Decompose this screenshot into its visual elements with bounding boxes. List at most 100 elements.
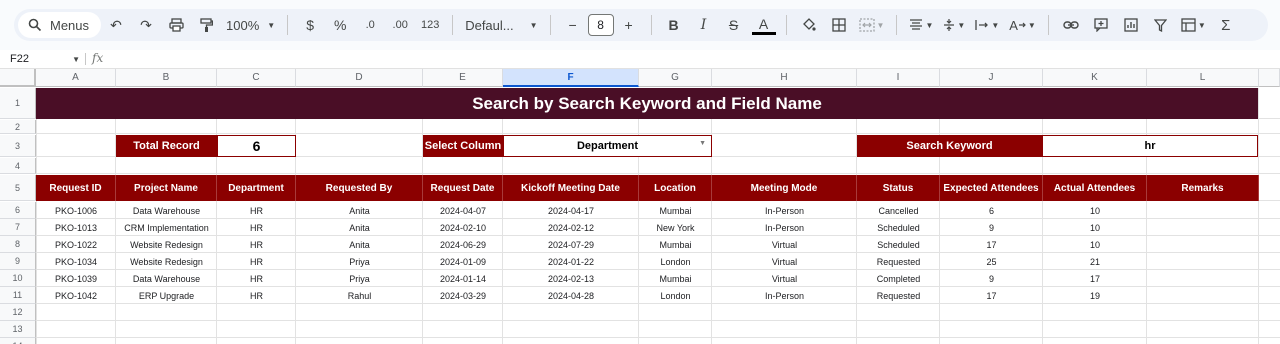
name-box[interactable]: F22 ▼ (10, 52, 80, 66)
table-cell[interactable]: CRM Implementation (116, 219, 217, 236)
row-header-9[interactable]: 9 (0, 253, 36, 270)
zoom-select[interactable]: 100% ▼ (224, 12, 277, 38)
table-cell[interactable]: HR (217, 270, 296, 287)
table-cell[interactable]: Anita (296, 202, 423, 219)
table-cell[interactable]: 9 (940, 270, 1043, 287)
total-record-value[interactable]: 6 (217, 135, 296, 157)
table-cell[interactable]: Scheduled (857, 236, 940, 253)
percent-format-button[interactable]: % (328, 12, 352, 38)
increase-decimal-button[interactable]: .00 (388, 12, 412, 38)
table-cell[interactable]: London (639, 287, 712, 304)
redo-icon[interactable]: ↷ (134, 12, 158, 38)
row-header-13[interactable]: 13 (0, 321, 36, 338)
table-cell[interactable]: Requested (857, 287, 940, 304)
table-cell[interactable] (1147, 287, 1259, 304)
table-cell[interactable]: PKO-1022 (36, 236, 116, 253)
select-all-corner[interactable] (0, 69, 36, 87)
column-header-a[interactable]: A (36, 69, 116, 87)
row-header-5[interactable]: 5 (0, 175, 36, 201)
table-cell[interactable]: 17 (940, 287, 1043, 304)
table-cell[interactable]: Website Redesign (116, 253, 217, 270)
font-family-select[interactable]: Defaul... ▼ (463, 12, 539, 38)
merge-cells-icon[interactable]: ▼ (857, 12, 887, 38)
decrease-font-size-button[interactable]: − (561, 12, 585, 38)
table-cell[interactable] (1147, 253, 1259, 270)
column-header-h[interactable]: H (712, 69, 857, 87)
table-cell[interactable]: Virtual (712, 253, 857, 270)
table-cell[interactable]: Scheduled (857, 219, 940, 236)
currency-format-button[interactable]: $ (298, 12, 322, 38)
table-cell[interactable] (1147, 236, 1259, 253)
table-cell[interactable]: Virtual (712, 236, 857, 253)
table-cell[interactable]: In-Person (712, 202, 857, 219)
table-cell[interactable]: 2024-01-14 (423, 270, 503, 287)
table-cell[interactable]: HR (217, 202, 296, 219)
table-cell[interactable]: Data Warehouse (116, 202, 217, 219)
column-header-l[interactable]: L (1147, 69, 1259, 87)
table-cell[interactable]: Anita (296, 236, 423, 253)
filter-views-icon[interactable]: ▼ (1179, 12, 1208, 38)
table-cell[interactable]: Requested (857, 253, 940, 270)
row-header-2[interactable]: 2 (0, 120, 36, 134)
filter-icon[interactable] (1149, 12, 1173, 38)
table-cell[interactable]: ERP Upgrade (116, 287, 217, 304)
table-cell[interactable]: Data Warehouse (116, 270, 217, 287)
table-cell[interactable]: London (639, 253, 712, 270)
text-rotation-icon[interactable]: A ▼ (1007, 12, 1038, 38)
italic-icon[interactable]: I (692, 12, 716, 38)
column-header-b[interactable]: B (116, 69, 217, 87)
table-cell[interactable]: Cancelled (857, 202, 940, 219)
table-cell[interactable]: Completed (857, 270, 940, 287)
table-cell[interactable]: 2024-02-13 (503, 270, 639, 287)
table-cell[interactable]: 9 (940, 219, 1043, 236)
table-cell[interactable]: 10 (1043, 219, 1147, 236)
spreadsheet-grid[interactable]: ABCDEFGHIJKL 1234567891011121314 Search … (0, 69, 1280, 344)
table-cell[interactable]: 2024-04-28 (503, 287, 639, 304)
link-icon[interactable] (1059, 12, 1083, 38)
table-cell[interactable]: Anita (296, 219, 423, 236)
table-cell[interactable]: New York (639, 219, 712, 236)
bold-icon[interactable]: B (662, 12, 686, 38)
column-header-k[interactable]: K (1043, 69, 1147, 87)
table-cell[interactable]: Priya (296, 270, 423, 287)
table-cell[interactable]: 2024-06-29 (423, 236, 503, 253)
row-header-3[interactable]: 3 (0, 135, 36, 157)
decrease-decimal-button[interactable]: .0 (358, 12, 382, 38)
horizontal-align-icon[interactable]: ▼ (907, 12, 935, 38)
table-cell[interactable]: Priya (296, 253, 423, 270)
table-cell[interactable]: 2024-01-22 (503, 253, 639, 270)
menus-button[interactable]: Menus (18, 12, 102, 38)
table-cell[interactable]: Rahul (296, 287, 423, 304)
row-header-1[interactable]: 1 (0, 88, 36, 119)
text-wrapping-icon[interactable]: ▼ (973, 12, 1001, 38)
row-header-8[interactable]: 8 (0, 236, 36, 253)
table-cell[interactable]: 2024-01-09 (423, 253, 503, 270)
table-cell[interactable]: PKO-1042 (36, 287, 116, 304)
search-keyword-input[interactable]: hr (1042, 135, 1258, 157)
table-cell[interactable]: In-Person (712, 287, 857, 304)
table-cell[interactable]: Mumbai (639, 236, 712, 253)
table-cell[interactable]: Virtual (712, 270, 857, 287)
more-formats-button[interactable]: 123 (418, 12, 442, 38)
table-cell[interactable]: 17 (940, 236, 1043, 253)
vertical-align-icon[interactable]: ▼ (941, 12, 967, 38)
table-cell[interactable]: HR (217, 253, 296, 270)
column-header-j[interactable]: J (940, 69, 1043, 87)
borders-icon[interactable] (827, 12, 851, 38)
column-header-d[interactable]: D (296, 69, 423, 87)
table-cell[interactable]: 6 (940, 202, 1043, 219)
insert-chart-icon[interactable] (1119, 12, 1143, 38)
row-header-10[interactable]: 10 (0, 270, 36, 287)
table-cell[interactable]: PKO-1034 (36, 253, 116, 270)
strikethrough-icon[interactable]: S (722, 12, 746, 38)
functions-icon[interactable]: Σ (1214, 12, 1238, 38)
table-cell[interactable]: 2024-02-12 (503, 219, 639, 236)
table-cell[interactable]: Mumbai (639, 202, 712, 219)
table-cell[interactable]: 2024-04-07 (423, 202, 503, 219)
table-cell[interactable]: Website Redesign (116, 236, 217, 253)
table-cell[interactable] (1147, 219, 1259, 236)
undo-icon[interactable]: ↶ (104, 12, 128, 38)
column-header-f[interactable]: F (503, 69, 639, 87)
row-header-12[interactable]: 12 (0, 304, 36, 321)
row-header-7[interactable]: 7 (0, 219, 36, 236)
